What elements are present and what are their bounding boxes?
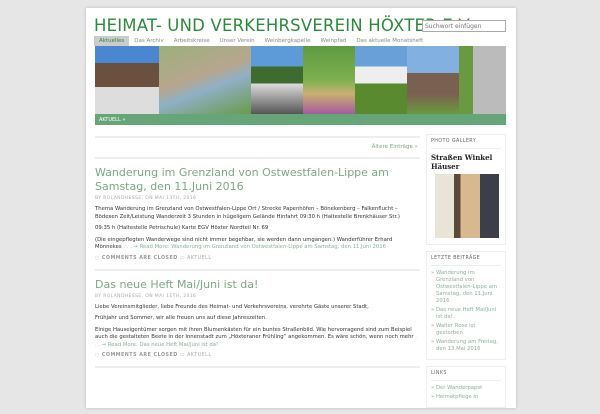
photo-gallery-widget: PHOTO GALLERY Straßen Winkel Häuser	[426, 134, 506, 245]
links-widget: LINKS » Der Wanderpapst » Heimatpflege i…	[426, 366, 506, 408]
nav-monatsheft[interactable]: Das aktuelle Monatsheft	[351, 36, 428, 46]
nav-unser-verein[interactable]: Unser Verein	[215, 36, 260, 46]
main-content: Ältere Einträge » Wanderung im Grenzland…	[95, 134, 420, 370]
post-paragraph: Frühjahr und Sommer, wir alle freuen uns…	[95, 315, 267, 321]
post-paragraph: 09:35 h (Haltestelle Petrischule) Karte …	[95, 225, 269, 231]
post-meta: BY ROLANDHESSE, ON MAI 11TH, 2016	[95, 293, 197, 299]
nav-weinbergkapelle[interactable]: Weinbergkapelle	[260, 36, 316, 46]
post-paragraph: Einige Hauseigentümer sorgen mit ihren B…	[95, 326, 414, 341]
recent-post-link[interactable]: » Das neue Heft Mai/Juni ist da!	[431, 307, 501, 321]
category-icon: ▭	[179, 353, 185, 358]
gallery-name[interactable]: Straßen Winkel Häuser	[431, 153, 501, 171]
recent-post-link[interactable]: » Wanderung im Grenzland von Ostwestfale…	[431, 270, 501, 305]
comment-icon: ◌	[95, 255, 102, 261]
post-title[interactable]: Das neue Heft Mai/Juni ist da!	[95, 278, 420, 292]
recent-post-link[interactable]: » Walter Rose ist gestorben	[431, 323, 501, 337]
post-title[interactable]: Wanderung im Grenzland von Ostwestfalen-…	[95, 166, 420, 194]
gallery-photo[interactable]	[435, 174, 499, 238]
header-banner	[95, 46, 506, 114]
sidebar: PHOTO GALLERY Straßen Winkel Häuser LETZ…	[426, 134, 506, 414]
recent-posts-widget: LETZTE BEITRÄGE » Wanderung im Grenzland…	[426, 251, 506, 360]
recent-post-link[interactable]: » Wanderung am Freitag, den 13.Mai 2016	[431, 339, 501, 353]
link-item[interactable]: » Der Wanderpapst	[431, 385, 501, 392]
nav-aktuelles[interactable]: Aktuelles	[94, 36, 130, 46]
main-nav: Aktuelles Das Archiv Arbeitskreise Unser…	[94, 36, 428, 46]
post-paragraph: Liebe Vereinsmitglieder, liebe Freunde d…	[95, 303, 369, 310]
nav-arbeitskreise[interactable]: Arbeitskreise	[169, 36, 215, 46]
breadcrumb: AKTUELL »	[95, 114, 506, 125]
nav-weinpfad[interactable]: Weinpfad	[316, 36, 352, 46]
site-title[interactable]: HEIMAT- UND VERKEHRSVEREIN HÖXTER E.V.	[94, 16, 473, 35]
older-entries-link[interactable]: Ältere Einträge »	[95, 140, 420, 155]
comments-status: COMMENTS ARE CLOSED	[101, 353, 178, 358]
post: Wanderung im Grenzland von Ostwestfalen-…	[95, 161, 420, 267]
post-paragraph: Thema Wanderung im Grenzland von Ostwest…	[95, 206, 400, 220]
widget-title: LINKS	[431, 371, 501, 381]
nav-archiv[interactable]: Das Archiv	[129, 36, 168, 46]
comments-status: COMMENTS ARE CLOSED	[101, 255, 178, 261]
search-input[interactable]	[422, 20, 506, 32]
read-more-link[interactable]: . . . → Read More: Wanderung im Grenzlan…	[123, 244, 386, 250]
category-link[interactable]: AKTUELL	[187, 353, 211, 358]
page: HEIMAT- UND VERKEHRSVEREIN HÖXTER E.V. A…	[86, 8, 516, 408]
post-meta: BY ROLANDHESSE, ON MAI 13TH, 2016	[95, 196, 197, 201]
post: Das neue Heft Mai/Juni ist da! BY ROLAND…	[95, 273, 420, 365]
category-icon: ▭	[179, 255, 185, 261]
widget-title: PHOTO GALLERY	[431, 139, 501, 149]
widget-title: LETZTE BEITRÄGE	[431, 256, 501, 266]
category-link[interactable]: AKTUELL	[187, 256, 211, 261]
comment-icon: ◌	[95, 353, 102, 358]
